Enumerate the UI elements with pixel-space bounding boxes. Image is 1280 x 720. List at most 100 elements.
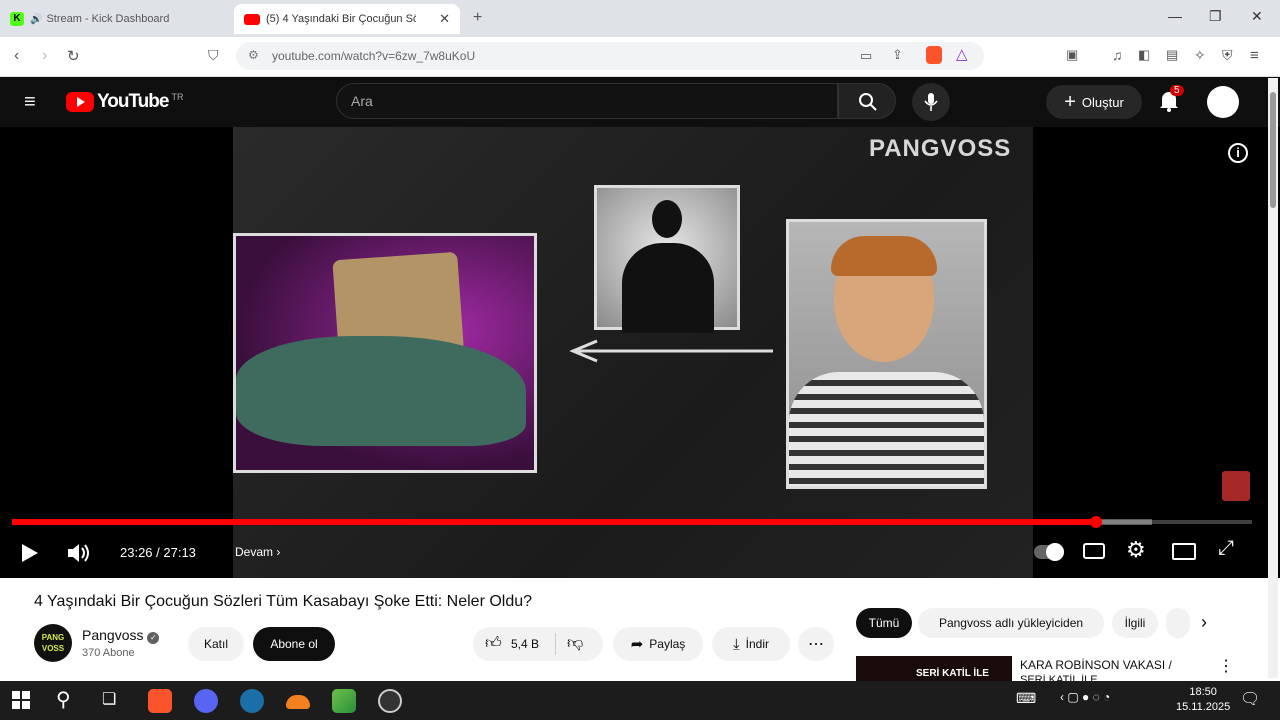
reload-icon[interactable]: ↻ — [67, 47, 80, 65]
share-label: Paylaş — [649, 637, 686, 651]
green-jacket — [236, 336, 526, 446]
keyboard-icon[interactable]: ⌨ — [1016, 690, 1036, 707]
autoplay-toggle[interactable] — [1034, 543, 1064, 561]
share-icon[interactable]: ⇪ — [892, 47, 903, 63]
windows-start-icon[interactable] — [12, 691, 30, 709]
close-tab-icon[interactable]: ✕ — [439, 11, 450, 27]
sidebar-icon[interactable]: ◧ — [1138, 47, 1150, 63]
video-player[interactable]: PANGVOSS i 23:26 / 27:13 Devam › ⚙ ⤢ — [0, 127, 1280, 578]
close-window-icon[interactable]: ✕ — [1251, 8, 1263, 25]
download-button[interactable]: ⤓ İndir — [712, 627, 790, 661]
play-button[interactable] — [20, 542, 40, 569]
settings-gear-icon[interactable]: ⚙ — [1126, 537, 1146, 563]
chip-related[interactable]: İlgili — [1112, 608, 1158, 638]
chip-more[interactable] — [1166, 608, 1190, 638]
account-avatar[interactable] — [1207, 86, 1239, 118]
menu-icon[interactable]: ≡ — [1250, 47, 1259, 64]
subscribe-button[interactable]: Abone ol — [253, 627, 335, 661]
continue-chapter-button[interactable]: Devam › — [235, 545, 280, 559]
hamburger-menu-icon[interactable]: ≡ — [24, 91, 36, 114]
restore-icon[interactable]: ❐ — [1209, 8, 1222, 25]
search-icon — [859, 93, 877, 111]
obs-icon[interactable] — [378, 689, 402, 713]
notification-badge: 5 — [1170, 85, 1184, 96]
task-view-icon[interactable]: ❏ — [102, 689, 116, 709]
channel-name[interactable]: Pangvoss ✓ — [82, 627, 160, 644]
tab-youtube-video[interactable]: (5) 4 Yaşındaki Bir Çocuğun Söz ✕ — [234, 4, 460, 34]
search-placeholder: Ara — [351, 93, 373, 109]
brave-shield-icon[interactable] — [926, 46, 942, 64]
youtube-logo[interactable]: YouTube TR — [66, 91, 183, 113]
arrow-left-icon — [569, 339, 773, 363]
chevron-right-icon: › — [276, 545, 281, 559]
played-bar — [12, 519, 1096, 525]
extensions-icon[interactable]: ▤ — [1166, 47, 1178, 63]
region-code: TR — [171, 92, 184, 102]
youtube-header: ≡ YouTube TR Ara + Oluştur 5 — [0, 77, 1280, 127]
miniplayer-icon[interactable] — [1172, 543, 1196, 560]
subscribe-watermark-icon[interactable] — [1222, 471, 1250, 501]
thumbnail-text: SERİ KATİL İLE — [916, 668, 989, 679]
channel-avatar[interactable]: PANG VOSS — [34, 624, 72, 662]
discord-icon[interactable] — [194, 689, 218, 713]
create-button[interactable]: + Oluştur — [1046, 85, 1142, 119]
avatar-text: VOSS — [41, 644, 65, 653]
like-count: 5,4 B — [511, 637, 540, 651]
system-tray-icons[interactable]: ‹ ▢ ● ◌ ◔ — [1060, 690, 1110, 704]
join-button[interactable]: Katıl — [188, 627, 244, 661]
voice-search-button[interactable] — [912, 83, 950, 121]
silhouette-photo — [594, 185, 740, 333]
clock[interactable]: 18:50 15.11.2025 — [1176, 685, 1230, 715]
back-icon[interactable]: ‹ — [14, 47, 19, 65]
cloudflare-icon[interactable] — [286, 695, 310, 709]
share-button[interactable]: ➦ Paylaş — [613, 627, 703, 661]
search-icon[interactable]: ⚲ — [56, 687, 71, 712]
brave-rewards-icon[interactable]: △ — [956, 45, 968, 63]
speaker-icon: 🔊 — [30, 13, 43, 25]
info-icon[interactable]: i — [1228, 143, 1248, 163]
brave-browser-icon[interactable] — [148, 689, 172, 713]
chip-from-uploader[interactable]: Pangvoss adlı yükleyiciden — [918, 608, 1104, 638]
page-scrollbar[interactable] — [1268, 78, 1278, 678]
subtitles-icon[interactable] — [1083, 543, 1105, 559]
play-icon — [22, 544, 38, 562]
forward-icon[interactable]: › — [42, 47, 47, 65]
notifications-button[interactable]: 5 — [1158, 85, 1184, 118]
download-icon: ⤓ — [733, 635, 740, 653]
media-icon[interactable]: ♫ — [1112, 47, 1123, 63]
cast-icon[interactable]: ▭ — [860, 48, 872, 64]
plus-icon: + — [1064, 90, 1076, 113]
recommendation-thumbnail[interactable]: SERİ KATİL İLE — [856, 656, 1012, 681]
dislike-icon[interactable]: 👎︎ — [567, 634, 583, 653]
scrubber-handle[interactable] — [1089, 516, 1102, 528]
create-label: Oluştur — [1081, 94, 1124, 110]
minimize-icon[interactable]: — — [1168, 8, 1182, 24]
leo-ai-icon[interactable]: ✧ — [1194, 47, 1206, 64]
tab-label: Stream - Kick Dashboard — [46, 13, 170, 25]
video-title: 4 Yaşındaki Bir Çocuğun Sözleri Tüm Kasa… — [34, 593, 533, 610]
fullscreen-icon[interactable]: ⤢ — [1218, 537, 1234, 560]
chevron-right-icon[interactable]: › — [1201, 612, 1207, 633]
more-actions-icon[interactable]: ⋯ — [798, 627, 834, 661]
youtube-play-logo-icon — [66, 92, 94, 112]
wallet-icon[interactable]: ▣ — [1066, 47, 1078, 63]
windows-taskbar: ⚲ ❏ ⌨ ‹ ▢ ● ◌ ◔ 18:50 15.11.2025 🗨︎ — [0, 681, 1280, 720]
search-input[interactable]: Ara — [336, 83, 838, 119]
app-grid-icon[interactable] — [332, 689, 356, 713]
site-settings-icon[interactable]: ⚙ — [248, 48, 259, 62]
vpn-icon[interactable]: ⛨ — [1222, 47, 1233, 64]
search-button[interactable] — [838, 83, 896, 119]
url-field[interactable]: ⚙ youtube.com/watch?v=6zw_7w8uKoU ▭ ⇪ △ — [236, 42, 984, 70]
like-icon[interactable]: 👍︎ — [485, 634, 502, 653]
new-tab-button[interactable]: + — [473, 9, 482, 27]
chip-all[interactable]: Tümü — [856, 608, 912, 638]
progress-bar[interactable] — [12, 516, 1252, 528]
scrollbar-thumb[interactable] — [1270, 92, 1276, 208]
recommendation-title[interactable]: KARA ROBİNSON VAKASI / — [1020, 658, 1172, 672]
notification-center-icon[interactable]: 🗨︎ — [1240, 689, 1260, 709]
volume-button[interactable] — [66, 541, 92, 570]
bookmark-icon[interactable]: ⛉ — [208, 47, 219, 64]
tab-kick-dashboard[interactable]: K 🔊 Stream - Kick Dashboard — [0, 4, 232, 34]
steam-icon[interactable] — [240, 689, 264, 713]
recommendation-menu-icon[interactable]: ⋮ — [1218, 656, 1234, 676]
